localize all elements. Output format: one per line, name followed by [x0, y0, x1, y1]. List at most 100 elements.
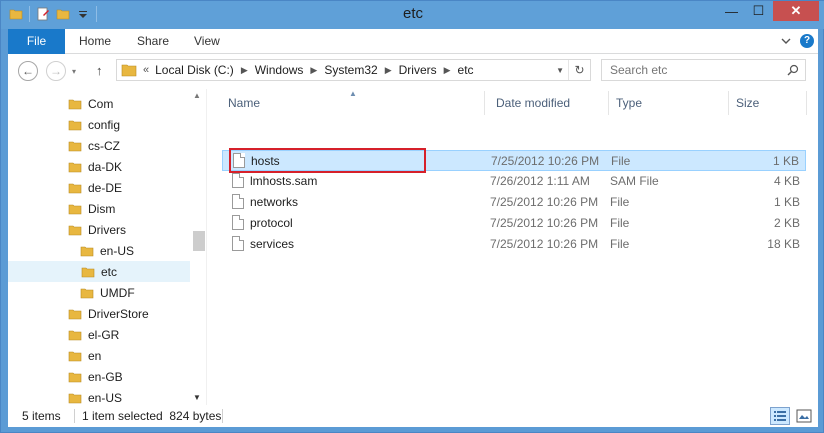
forward-button[interactable]: →	[46, 61, 66, 81]
scroll-up-icon[interactable]: ▲	[193, 91, 201, 100]
window-content: File Home Share View ? ← → ▾ ↑ « Local D…	[8, 29, 818, 427]
tree-item-label: en	[88, 348, 102, 363]
column-header-date[interactable]: Date modified	[490, 89, 602, 117]
title-bar[interactable]: etc — ☐ ✕	[1, 1, 824, 29]
file-row[interactable]: lmhosts.sam 7/26/2012 1:11 AM SAM File 4 KB	[222, 171, 806, 192]
tree-item-label: el-GR	[88, 327, 120, 342]
tree-item[interactable]: cs-CZ	[8, 135, 190, 156]
folder-icon	[68, 309, 82, 319]
navigation-pane: Com config cs-CZ da-DK de-DE Dism Drivers en-US…	[8, 89, 206, 405]
folder-icon	[80, 288, 94, 298]
file-type: File	[610, 216, 630, 230]
scroll-down-icon[interactable]: ▼	[193, 393, 201, 402]
tree-item[interactable]: en-GB	[8, 366, 190, 387]
column-header-type[interactable]: Type	[610, 89, 722, 117]
file-name: protocol	[250, 216, 293, 230]
file-name: services	[250, 237, 295, 251]
refresh-button[interactable]: ↻	[568, 60, 590, 80]
tree-item[interactable]: Drivers	[8, 219, 190, 240]
tree-item[interactable]: Com	[8, 93, 190, 114]
breadcrumb-etc[interactable]: etc	[458, 63, 474, 77]
file-row[interactable]: protocol 7/25/2012 10:26 PM File 2 KB	[222, 213, 806, 234]
breadcrumb-drivers[interactable]: Drivers	[399, 63, 437, 77]
chevron-right-icon[interactable]: ▶	[444, 65, 451, 76]
search-input[interactable]	[602, 60, 782, 80]
maximize-button[interactable]: ☐	[745, 1, 772, 21]
file-icon	[232, 236, 244, 251]
file-size: 4 KB	[773, 174, 800, 188]
details-view-button[interactable]	[770, 407, 790, 425]
recent-locations-button[interactable]: ▾	[72, 67, 76, 76]
folder-icon	[68, 162, 82, 172]
tab-file[interactable]: File	[8, 29, 65, 54]
file-size: 1 KB	[773, 195, 800, 209]
file-date: 7/26/2012 1:11 AM	[490, 174, 590, 188]
tree-item[interactable]: el-GR	[8, 324, 190, 345]
large-icons-view-button[interactable]	[794, 407, 814, 425]
scroll-thumb[interactable]	[193, 231, 205, 251]
breadcrumb-system32[interactable]: System32	[324, 63, 377, 77]
tree-item[interactable]: en-US	[8, 240, 190, 261]
tree-item-label: de-DE	[88, 180, 123, 195]
item-count: 5 items	[22, 409, 61, 423]
expand-ribbon-icon[interactable]	[780, 35, 792, 47]
tree-item-label: Drivers	[88, 222, 126, 237]
back-button[interactable]: ←	[18, 61, 38, 81]
tree-item[interactable]: en	[8, 345, 190, 366]
explorer-window: etc — ☐ ✕ File Home Share View ? ← → ▾ ↑	[0, 0, 824, 433]
file-row[interactable]: services 7/25/2012 10:26 PM File 18 KB	[222, 234, 806, 255]
column-header-size[interactable]: Size	[730, 89, 800, 117]
tab-share[interactable]: Share	[123, 29, 183, 54]
pane-divider[interactable]	[206, 89, 207, 405]
address-history-button[interactable]: ▼	[556, 66, 564, 75]
breadcrumb-local-disk[interactable]: Local Disk (C:)	[155, 63, 234, 77]
status-bar: 5 items 1 item selected 824 bytes	[8, 405, 818, 427]
tree-item[interactable]: da-DK	[8, 156, 190, 177]
tree-item[interactable]: Dism	[8, 198, 190, 219]
file-date: 7/25/2012 10:26 PM	[490, 216, 599, 230]
large-icons-view-icon	[796, 409, 812, 423]
column-divider[interactable]	[608, 91, 609, 115]
tree-item[interactable]: config	[8, 114, 190, 135]
file-row[interactable]: networks 7/25/2012 10:26 PM File 1 KB	[222, 192, 806, 213]
search-box[interactable]	[601, 59, 806, 81]
tree-item[interactable]: de-DE	[8, 177, 190, 198]
address-bar[interactable]: « Local Disk (C:) ▶ Windows ▶ System32 ▶…	[116, 59, 591, 81]
tree-item[interactable]: UMDF	[8, 282, 190, 303]
column-divider[interactable]	[806, 91, 807, 115]
folder-icon	[121, 64, 137, 77]
column-divider[interactable]	[484, 91, 485, 115]
ribbon-controls: ?	[780, 34, 814, 48]
tree-item-label: Com	[88, 96, 114, 111]
tree-item-label: en-GB	[88, 369, 123, 384]
file-row[interactable]: hosts 7/25/2012 10:26 PM File 1 KB	[222, 150, 806, 171]
help-icon[interactable]: ?	[800, 34, 814, 48]
search-icon[interactable]	[787, 64, 799, 76]
chevron-right-icon[interactable]: ▶	[241, 65, 248, 76]
tree-item-label: cs-CZ	[88, 138, 120, 153]
status-divider	[74, 409, 75, 423]
minimize-button[interactable]: —	[718, 1, 745, 21]
column-divider[interactable]	[728, 91, 729, 115]
folder-icon	[68, 141, 82, 151]
tree-scrollbar[interactable]: ▲ ▼	[191, 89, 206, 405]
tree-item[interactable]: DriverStore	[8, 303, 190, 324]
up-button[interactable]: ↑	[96, 63, 103, 78]
chevron-right-icon[interactable]: ▶	[310, 65, 317, 76]
tab-home[interactable]: Home	[65, 29, 125, 54]
chevron-right-icon[interactable]: ▶	[385, 65, 392, 76]
tab-view[interactable]: View	[180, 29, 234, 54]
tree-item[interactable]: en-US	[8, 387, 190, 405]
file-type: File	[611, 154, 631, 168]
file-type: SAM File	[610, 174, 659, 188]
close-button[interactable]: ✕	[773, 1, 819, 21]
tree-item-label: da-DK	[88, 159, 123, 174]
folder-icon	[81, 267, 95, 277]
breadcrumb-windows[interactable]: Windows	[255, 63, 304, 77]
tree-item-label: DriverStore	[88, 306, 149, 321]
file-list: Name ▲ Date modified Type Size hosts 7/25…	[216, 89, 818, 405]
folder-icon	[68, 351, 82, 361]
file-icon	[232, 194, 244, 209]
tree-item[interactable]: etc	[8, 261, 190, 282]
breadcrumb-overflow-icon[interactable]: «	[143, 64, 149, 76]
